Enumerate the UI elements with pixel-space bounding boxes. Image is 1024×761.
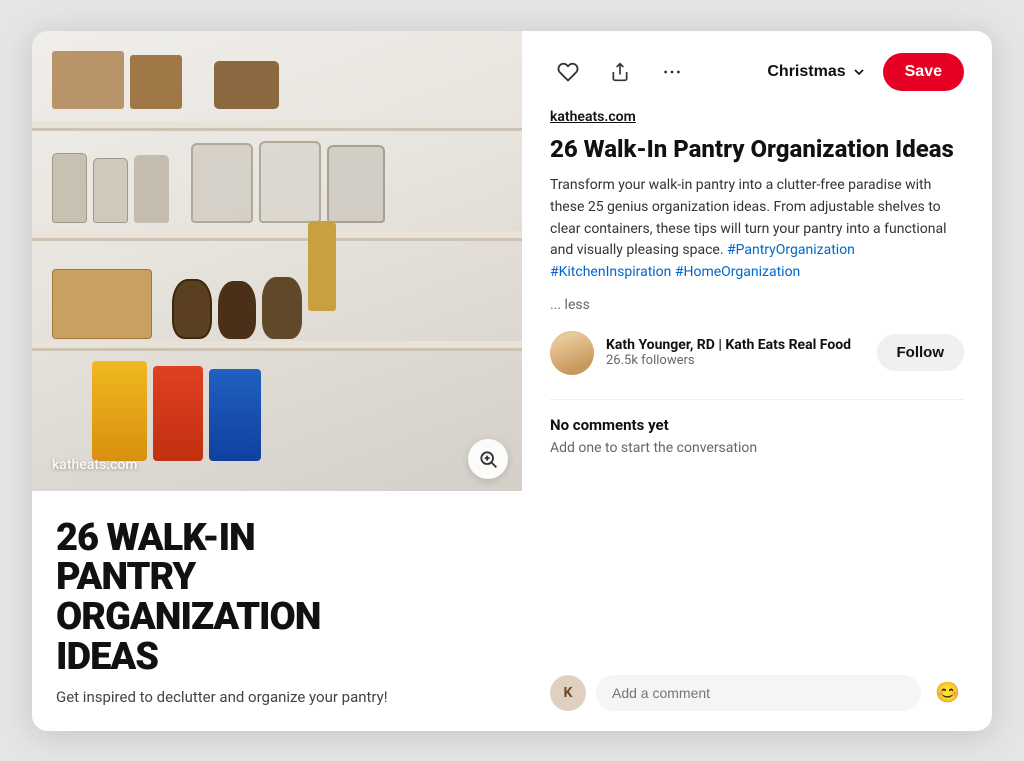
shelf-3 (32, 341, 522, 351)
toolbar-right-actions: Christmas Save (761, 53, 964, 91)
save-button[interactable]: Save (883, 53, 964, 91)
comment-input[interactable] (596, 675, 921, 711)
pin-big-subtitle: Get inspired to declutter and organize y… (56, 688, 498, 706)
pin-big-title: 26 WALK-IN PANTRY ORGANIZATION IDEAS (56, 519, 498, 679)
pin-toolbar: Christmas Save (550, 53, 964, 91)
shelf-row-4 (92, 361, 261, 461)
lens-button[interactable] (468, 439, 508, 479)
share-button[interactable] (602, 54, 638, 90)
pin-description: Transform your walk-in pantry into a clu… (550, 175, 964, 283)
board-selector[interactable]: Christmas (761, 59, 872, 85)
no-comments-cta: Add one to start the conversation (550, 440, 964, 456)
no-comments-label: No comments yet (550, 416, 964, 434)
comment-input-row: K 😊 (550, 659, 964, 711)
pin-title: 26 Walk-In Pantry Organization Ideas (550, 135, 964, 164)
commenter-avatar: K (550, 675, 586, 711)
shelf-row-2 (52, 141, 385, 223)
author-info: Kath Younger, RD | Kath Eats Real Food 2… (606, 337, 865, 368)
less-link[interactable]: ... less (550, 297, 590, 313)
follow-button[interactable]: Follow (877, 334, 965, 371)
divider (550, 399, 964, 400)
right-panel: Christmas Save katheats.com 26 Walk-In P… (522, 31, 992, 731)
author-name[interactable]: Kath Younger, RD | Kath Eats Real Food (606, 337, 865, 353)
author-followers: 26.5k followers (606, 353, 865, 368)
shelf-row-1 (52, 51, 279, 109)
pin-image: katheats.com (32, 31, 522, 491)
pin-modal: katheats.com 26 WALK-IN PANTRY ORGANIZAT… (32, 31, 992, 731)
left-panel: katheats.com 26 WALK-IN PANTRY ORGANIZAT… (32, 31, 522, 731)
author-row: Kath Younger, RD | Kath Eats Real Food 2… (550, 331, 964, 375)
image-watermark: katheats.com (52, 457, 138, 473)
shelf-row-3 (52, 249, 336, 339)
shelf-2 (32, 231, 522, 241)
author-avatar[interactable] (550, 331, 594, 375)
more-options-button[interactable] (654, 54, 690, 90)
board-name: Christmas (767, 63, 845, 81)
shelf-1 (32, 121, 522, 131)
like-button[interactable] (550, 54, 586, 90)
source-link[interactable]: katheats.com (550, 109, 964, 125)
toolbar-left-actions (550, 54, 690, 90)
comments-section: No comments yet Add one to start the con… (550, 416, 964, 659)
emoji-button[interactable]: 😊 (931, 676, 964, 709)
pin-text-card: 26 WALK-IN PANTRY ORGANIZATION IDEAS Get… (32, 491, 522, 731)
